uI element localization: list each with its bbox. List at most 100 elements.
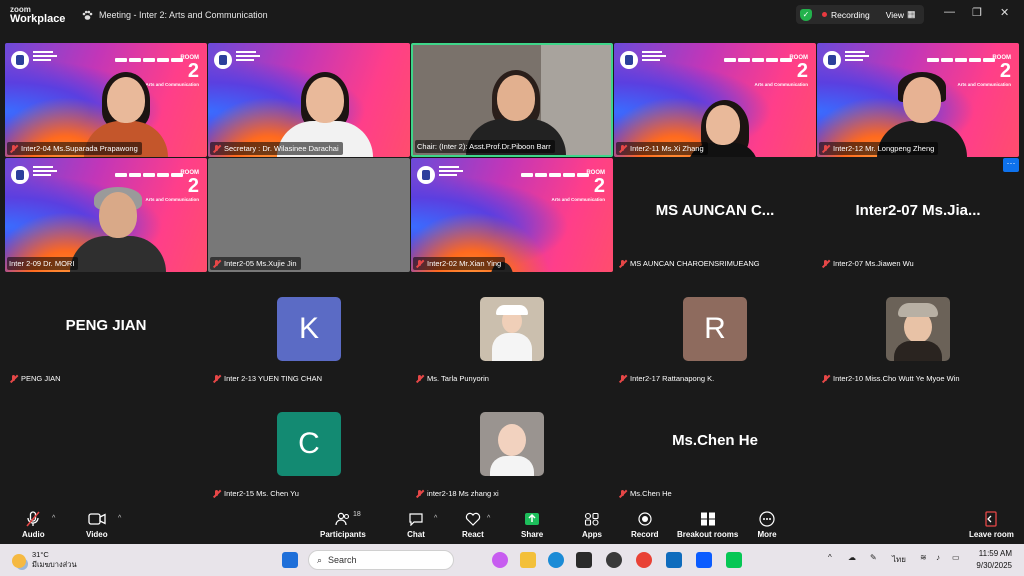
mic-muted-icon — [23, 511, 43, 527]
file-explorer-icon[interactable] — [520, 552, 536, 568]
taskbar-search[interactable]: ⌕ Search — [308, 550, 454, 570]
video-tile[interactable]: Ms. Tarla Punyorin — [411, 273, 613, 387]
avatar: K — [277, 297, 341, 361]
more-dots-icon — [757, 511, 777, 527]
video-tile[interactable]: Ms.Chen He Ms.Chen He — [614, 388, 816, 502]
participant-name-tag: Inter2-12 Mr. Longpeng Zheng — [819, 142, 939, 155]
search-icon: ⌕ — [317, 554, 323, 565]
weather-widget[interactable]: 31°C มีเมฆบางส่วน — [12, 550, 77, 571]
share-button[interactable]: Share — [521, 511, 543, 539]
avatar: C — [277, 412, 341, 476]
close-icon[interactable]: ✕ — [1000, 6, 1009, 19]
video-tile[interactable]: ROOM 2 Arts and Communication Inter 2-09 D… — [5, 158, 207, 272]
conference-logo — [823, 51, 841, 69]
video-tile[interactable]: PENG JIAN PENG JIAN — [5, 273, 207, 387]
system-clock[interactable]: 11:59 AM 9/30/2025 — [976, 548, 1012, 572]
zoom-taskbar-icon[interactable] — [696, 552, 712, 568]
recording-status: ✓ Recording View ▦ — [796, 5, 924, 24]
react-options-chevron-icon[interactable]: ^ — [487, 515, 490, 522]
breakout-rooms-button[interactable]: Breakout rooms — [677, 511, 738, 539]
video-tile[interactable]: ROOM 2 Arts and Communication Inter2-11 Ms… — [614, 43, 816, 157]
chat-options-chevron-icon[interactable]: ^ — [434, 515, 437, 522]
edge-browser-icon[interactable] — [548, 552, 564, 568]
sponsor-strip — [521, 164, 607, 177]
line-icon[interactable] — [726, 552, 742, 568]
mic-muted-icon — [212, 259, 221, 269]
audio-options-chevron-icon[interactable]: ^ — [52, 515, 55, 522]
participant-name-tag: Inter2-11 Ms.Xi Zhang — [616, 142, 708, 155]
video-tile[interactable]: Secretary : Dr. Wilasinee Darachai — [208, 43, 410, 157]
video-tile[interactable]: Inter2-05 Ms.Xujie Jin — [208, 158, 410, 272]
outlook-icon[interactable] — [666, 552, 682, 568]
video-tile[interactable]: R Inter2-17 Rattanapong K. — [614, 273, 816, 387]
grid-view-icon: ▦ — [907, 9, 916, 19]
recording-label: Recording — [831, 9, 870, 20]
avatar: R — [683, 297, 747, 361]
video-tile-active-speaker[interactable]: Chair: (Inter 2): Asst.Prof.Dr.Piboon Ba… — [411, 43, 613, 157]
video-tile[interactable]: C Inter2-15 Ms. Chen Yu — [208, 388, 410, 502]
store-icon[interactable] — [576, 552, 592, 568]
volume-icon[interactable]: ♪ — [936, 553, 940, 562]
chrome-icon[interactable] — [636, 552, 652, 568]
view-button[interactable]: View ▦ — [886, 9, 916, 20]
participant-name-tag: Inter2-10 Miss.Cho Wutt Ye Myoe Win — [819, 372, 964, 385]
mic-muted-icon — [415, 374, 424, 384]
mic-muted-icon — [821, 374, 830, 384]
record-button[interactable]: Record — [631, 511, 659, 539]
conference-text-logo — [845, 51, 871, 67]
more-options-icon[interactable]: ··· — [1003, 158, 1019, 172]
dell-icon[interactable] — [606, 552, 622, 568]
participants-icon — [333, 511, 353, 527]
cloud-icon[interactable]: ☁ — [848, 553, 856, 562]
more-button[interactable]: More — [757, 511, 777, 539]
maximize-icon[interactable]: ❐ — [972, 6, 982, 19]
participant-name-tag: Chair: (Inter 2): Asst.Prof.Dr.Piboon Ba… — [415, 140, 555, 153]
copilot-icon[interactable] — [492, 552, 508, 568]
apps-button[interactable]: Apps — [582, 511, 602, 539]
wifi-icon[interactable]: ≋ — [920, 553, 927, 562]
video-tile[interactable]: ROOM 2 Arts and Communication Inter2-02 Mr… — [411, 158, 613, 272]
conference-text-logo — [33, 51, 59, 67]
zoom-logo: zoom Workplace — [0, 5, 70, 25]
apps-icon — [582, 511, 602, 527]
windows-start-icon[interactable] — [282, 552, 298, 568]
video-tile[interactable]: Inter2-10 Miss.Cho Wutt Ye Myoe Win — [817, 273, 1019, 387]
breakout-grid-icon — [698, 511, 718, 527]
pen-icon[interactable]: ✎ — [870, 553, 877, 562]
sponsor-strip — [115, 164, 201, 177]
language-indicator[interactable]: ไทย — [892, 553, 906, 566]
participant-name-tag: Inter2-02 Mr.Xian Ying — [413, 257, 506, 270]
chat-button[interactable]: Chat — [406, 511, 426, 539]
room-label: ROOM 2 Arts and Communication — [551, 170, 605, 202]
minimize-icon[interactable]: — — [944, 6, 955, 18]
participant-name-tag: PENG JIAN — [7, 372, 65, 385]
participant-name-tag: Inter 2-09 Dr. MORI — [7, 257, 79, 270]
participant-name-tag: Inter2-07 Ms.Jiawen Wu — [819, 257, 918, 270]
participant-name-tag: Inter2-15 Ms. Chen Yu — [210, 487, 303, 500]
temperature: 31°C — [32, 550, 49, 559]
conference-text-logo — [33, 166, 59, 182]
tray-overflow-chevron-icon[interactable]: ^ — [828, 553, 832, 562]
participant-name-tag: Inter2-17 Rattanapong K. — [616, 372, 718, 385]
video-tile[interactable]: ROOM 2 Arts and Communication Inter2-04 Ms… — [5, 43, 207, 157]
security-shield-icon[interactable]: ✓ — [800, 8, 812, 21]
video-options-chevron-icon[interactable]: ^ — [118, 515, 121, 522]
react-button[interactable]: React — [462, 511, 484, 539]
video-button[interactable]: Video — [86, 511, 108, 539]
video-tile[interactable]: MS AUNCAN C... MS AUNCAN CHAROENSRIMUEAN… — [614, 158, 816, 272]
leave-room-button[interactable]: Leave room — [969, 511, 1014, 539]
participant-video — [70, 187, 167, 272]
audio-button[interactable]: Audio — [22, 511, 45, 539]
video-tile[interactable]: K Inter 2-13 YUEN TING CHAN — [208, 273, 410, 387]
video-tile[interactable]: ··· Inter2-07 Ms.Jia... Inter2-07 Ms.Jia… — [817, 158, 1019, 272]
mic-muted-icon — [415, 489, 424, 499]
clock-date: 9/30/2025 — [976, 561, 1012, 570]
video-tile[interactable]: ROOM 2 Arts and Communication Inter2-12 Mr… — [817, 43, 1019, 157]
video-tile[interactable]: inter2-18 Ms zhang xi — [411, 388, 613, 502]
meeting-title: Meeting - Inter 2: Arts and Communicatio… — [82, 10, 268, 21]
conference-logo — [214, 51, 232, 69]
battery-icon[interactable]: ▭ — [952, 553, 960, 562]
meeting-title-text: Meeting - Inter 2: Arts and Communicatio… — [99, 10, 268, 20]
room-label: ROOM 2 Arts and Communication — [754, 55, 808, 87]
conference-text-logo — [439, 166, 465, 182]
